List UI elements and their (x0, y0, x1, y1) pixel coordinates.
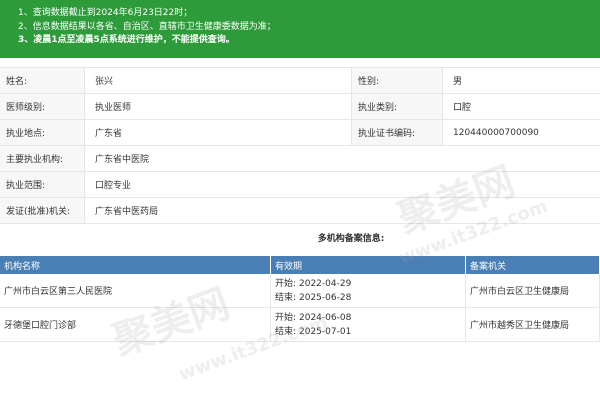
info-row: 医师级别: 执业医师 执业类别: 口腔 (0, 93, 600, 120)
doctor-info-table: 姓名: 张兴 性别: 男 医师级别: 执业医师 执业类别: 口腔 执业地点: 广… (0, 67, 600, 224)
info-row: 执业范围: 口腔专业 (0, 171, 600, 198)
header-authority: 备案机关 (465, 256, 600, 274)
validity-cell: 开始: 2024-06-08 结束: 2025-07-01 (270, 307, 466, 342)
info-row: 执业地点: 广东省 执业证书编码: 120440000700090 (0, 119, 600, 146)
issuer-value: 广东省中医药局 (84, 197, 600, 224)
multi-org-table: 机构名称 有效期 备案机关 广州市白云区第三人民医院 开始: 2022-04-29… (0, 256, 600, 342)
notice-banner: 1、查询数据截止到2024年6月23日22时； 2、信息数据结果以各省、自治区、… (0, 0, 600, 58)
header-org-name: 机构名称 (0, 256, 271, 274)
notice-line-1: 1、查询数据截止到2024年6月23日22时； (18, 8, 193, 18)
scope-label: 执业范围: (0, 171, 85, 198)
gender-value: 男 (442, 67, 600, 94)
info-row: 姓名: 张兴 性别: 男 (0, 67, 600, 94)
org-label: 主要执业机构: (0, 145, 85, 172)
org-name: 广州市白云区第三人民医院 (0, 274, 271, 308)
name-label: 姓名: (0, 67, 85, 94)
start-label: 开始: (275, 278, 297, 289)
table-row: 牙德堡口腔门诊部 开始: 2024-06-08 结束: 2025-07-01 广州市… (0, 307, 600, 342)
info-row: 发证(批准)机关: 广东省中医药局 (0, 197, 600, 224)
end-date: 2025-07-01 (299, 326, 352, 337)
category-label: 执业类别: (351, 93, 443, 120)
table-row: 广州市白云区第三人民医院 开始: 2022-04-29 结束: 2025-06-28… (0, 274, 600, 308)
notice-line-3: 3、凌晨1点至凌晨5点系统进行维护，不能提供查询。 (18, 35, 235, 45)
cert-label: 执业证书编码: (351, 119, 443, 146)
gender-label: 性别: (351, 67, 443, 94)
category-value: 口腔 (442, 93, 600, 120)
level-value: 执业医师 (84, 93, 352, 120)
header-validity: 有效期 (270, 256, 466, 274)
cert-value: 120440000700090 (442, 119, 600, 146)
name-value: 张兴 (84, 67, 352, 94)
start-date: 2024-06-08 (299, 312, 352, 323)
scope-value: 口腔专业 (84, 171, 600, 198)
info-row: 主要执业机构: 广东省中医院 (0, 145, 600, 172)
issuer-label: 发证(批准)机关: (0, 197, 85, 224)
authority: 广州市白云区卫生健康局 (465, 274, 600, 308)
notice-line-2: 2、信息数据结果以各省、自治区、直辖市卫生健康委数据为准； (18, 21, 276, 32)
org-value: 广东省中医院 (84, 145, 600, 172)
start-date: 2022-04-29 (299, 278, 352, 289)
org-table-header: 机构名称 有效期 备案机关 (0, 256, 600, 274)
multi-org-title: 多机构备案信息: (317, 234, 385, 244)
location-value: 广东省 (84, 119, 352, 146)
end-label: 结束: (275, 292, 297, 303)
authority: 广州市越秀区卫生健康局 (465, 307, 600, 342)
location-label: 执业地点: (0, 119, 85, 146)
level-label: 医师级别: (0, 93, 85, 120)
validity-cell: 开始: 2022-04-29 结束: 2025-06-28 (270, 274, 466, 308)
org-name: 牙德堡口腔门诊部 (0, 307, 271, 342)
end-date: 2025-06-28 (299, 292, 352, 303)
start-label: 开始: (275, 312, 297, 323)
end-label: 结束: (275, 326, 297, 337)
